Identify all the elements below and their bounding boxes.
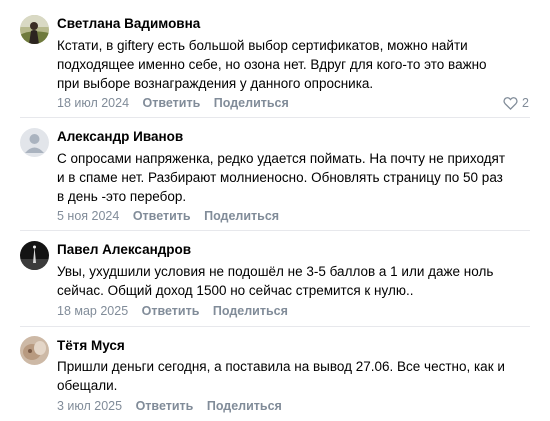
- comment-text-line: в день -это перебор.: [57, 189, 187, 204]
- divider: [20, 230, 530, 231]
- comment-text-line: Пришли деньги сегодня, а поставила на вы…: [57, 359, 505, 374]
- comment-meta: 3 июл 2025 Ответить Поделиться: [57, 399, 282, 413]
- comment-date[interactable]: 5 ноя 2024: [57, 209, 119, 223]
- share-button[interactable]: Поделиться: [214, 96, 289, 110]
- share-button[interactable]: Поделиться: [207, 399, 282, 413]
- avatar[interactable]: [20, 15, 49, 44]
- like-button[interactable]: 2: [503, 96, 529, 110]
- author-name[interactable]: Светлана Вадимовна: [57, 16, 200, 31]
- comment-date[interactable]: 18 июл 2024: [57, 96, 129, 110]
- avatar[interactable]: [20, 128, 49, 157]
- comment-meta: 18 мар 2025 Ответить Поделиться: [57, 304, 288, 318]
- comment-text-line: подходящее именно себе, но озона нет. Вд…: [57, 57, 487, 72]
- like-count: 2: [522, 96, 529, 110]
- comment-meta: 18 июл 2024 Ответить Поделиться: [57, 96, 289, 110]
- reply-button[interactable]: Ответить: [143, 96, 201, 110]
- comment-text-line: при выборе вознаграждения у данного опро…: [57, 76, 374, 91]
- share-button[interactable]: Поделиться: [204, 209, 279, 223]
- comment-date[interactable]: 3 июл 2025: [57, 399, 122, 413]
- comment-text: Кстати, в giftery есть большой выбор сер…: [57, 36, 537, 93]
- share-button[interactable]: Поделиться: [213, 304, 288, 318]
- heart-icon: [503, 97, 518, 110]
- author-name[interactable]: Тётя Муся: [57, 338, 125, 353]
- comment-text-line: Кстати, в giftery есть большой выбор сер…: [57, 38, 468, 53]
- reply-button[interactable]: Ответить: [136, 399, 194, 413]
- comment-meta: 5 ноя 2024 Ответить Поделиться: [57, 209, 279, 223]
- comment-text: Увы, ухудшили условия не подошёл не 3-5 …: [57, 262, 537, 300]
- author-name[interactable]: Александр Иванов: [57, 129, 183, 144]
- divider: [20, 326, 530, 327]
- comment-text-line: сейчас. Общий доход 1500 но сейчас стрем…: [57, 283, 414, 298]
- comment-text-line: обещали.: [57, 378, 118, 393]
- comment-text-line: С опросами напряженка, редко удается пой…: [57, 151, 506, 166]
- comment-text-line: Увы, ухудшили условия не подошёл не 3-5 …: [57, 264, 494, 279]
- author-name[interactable]: Павел Александров: [57, 242, 191, 257]
- avatar[interactable]: [20, 241, 49, 270]
- reply-button[interactable]: Ответить: [133, 209, 191, 223]
- reply-button[interactable]: Ответить: [142, 304, 200, 318]
- avatar[interactable]: [20, 336, 49, 365]
- comment-date[interactable]: 18 мар 2025: [57, 304, 128, 318]
- comment-text: Пришли деньги сегодня, а поставила на вы…: [57, 357, 537, 395]
- comment-text-line: и в спаме нет. Разбирают молниеносно. Об…: [57, 170, 503, 185]
- divider: [20, 117, 530, 118]
- comment-text: С опросами напряженка, редко удается пой…: [57, 149, 537, 206]
